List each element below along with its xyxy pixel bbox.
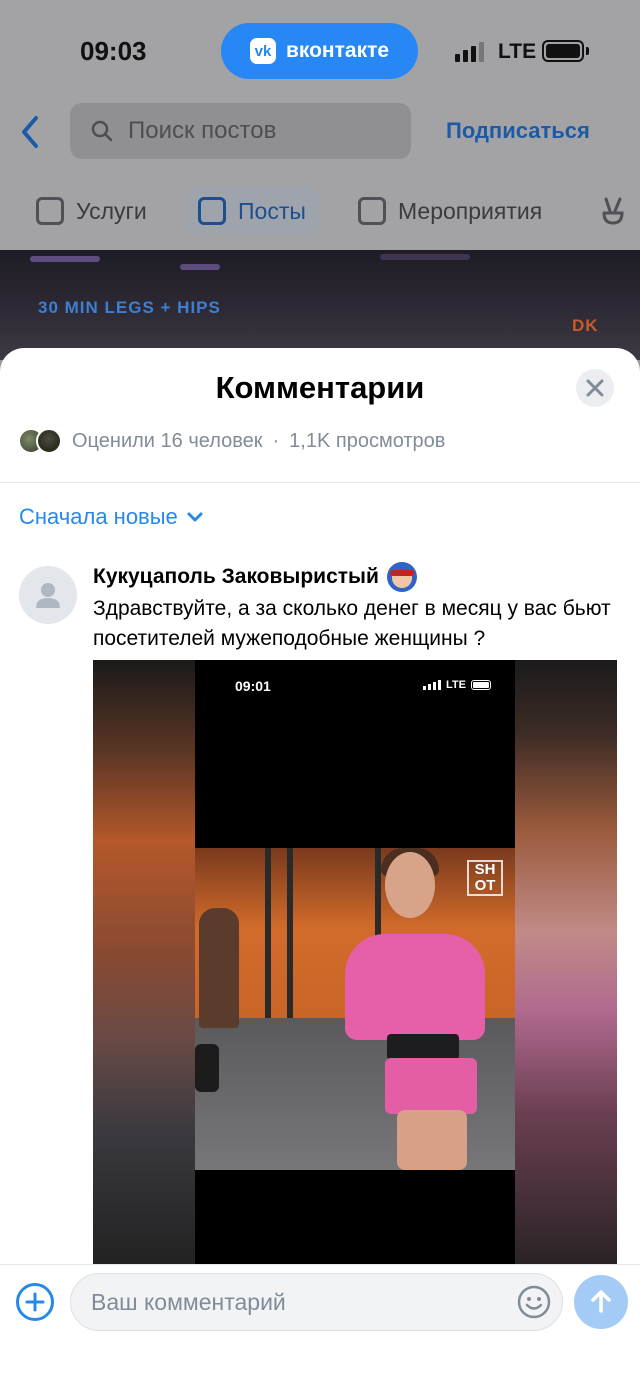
document-icon	[198, 197, 226, 225]
likes-count: Оценили 16 человек	[72, 429, 263, 452]
vk-pill-label: вконтакте	[285, 39, 390, 62]
video-network-label: LTE	[446, 679, 466, 691]
weight-plate	[195, 1044, 219, 1092]
comment-text: Здравствуйте, а за сколько денег в месяц…	[93, 597, 611, 650]
search-placeholder: Поиск постов	[128, 117, 277, 144]
cover-photo: 30 MIN LEGS + HIPS DK	[0, 250, 640, 360]
emoji-button[interactable]	[516, 1284, 552, 1320]
comment-placeholder: Ваш комментарий	[91, 1288, 286, 1315]
tab-more[interactable]	[598, 186, 628, 236]
tab-events[interactable]: Мероприятия	[358, 186, 542, 236]
back-button[interactable]	[16, 110, 46, 154]
comment-composer: Ваш комментарий	[0, 1264, 640, 1392]
sheet-title: Комментарии	[215, 370, 425, 405]
calendar-icon	[358, 197, 386, 225]
battery-tip	[586, 47, 589, 55]
user-icon	[36, 583, 60, 608]
calendar-check-icon	[36, 197, 64, 225]
video-status-time: 09:01	[235, 678, 271, 694]
tab-label: Услуги	[76, 197, 147, 224]
comments-sheet: Комментарии Оценили 16 человек · 1,1K пр…	[0, 348, 640, 1392]
video-status-icons: LTE	[423, 679, 491, 691]
gym-neon-text: 30 MIN LEGS + HIPS	[38, 298, 221, 317]
video-blur-right	[515, 660, 617, 1264]
views-count: 1,1K просмотров	[289, 429, 446, 452]
status-time: 09:03	[80, 36, 147, 66]
avatar[interactable]	[19, 566, 77, 624]
comment-video[interactable]: 09:01 LTE SH OT	[93, 660, 617, 1264]
sort-dropdown[interactable]: Сначала новые	[19, 504, 204, 530]
search-icon	[91, 120, 113, 142]
search-input[interactable]: Поиск постов	[70, 103, 411, 159]
person-figure	[199, 908, 239, 1028]
chevron-down-icon	[187, 512, 203, 522]
liker-avatars	[18, 428, 62, 454]
tab-label: Мероприятия	[398, 197, 543, 224]
victory-hand-icon	[602, 197, 624, 225]
tab-label: Посты	[238, 197, 306, 224]
arrow-up-icon	[591, 1290, 611, 1313]
video-frame: 09:01 LTE SH OT	[195, 660, 515, 1264]
tab-bar: Услуги Посты Мероприятия	[0, 186, 640, 236]
close-button[interactable]	[576, 369, 614, 407]
vk-logo-icon: vk	[249, 38, 276, 64]
tab-services[interactable]: Услуги	[36, 186, 147, 236]
smiley-icon	[517, 1285, 551, 1319]
superhero-emoji-icon	[386, 562, 417, 592]
tab-posts[interactable]: Посты	[184, 186, 320, 236]
sort-label: Сначала новые	[19, 504, 178, 529]
reactions-summary[interactable]: Оценили 16 человек · 1,1K просмотров	[18, 428, 445, 454]
watermark-logo: SH OT	[467, 860, 503, 896]
subscribe-button[interactable]: Подписаться	[446, 118, 590, 144]
person-figure	[385, 852, 435, 918]
video-content: SH OT	[195, 848, 515, 1170]
chevron-left-icon	[22, 116, 38, 148]
divider	[0, 482, 640, 483]
vk-app-pill[interactable]: vk вконтакте	[221, 23, 418, 79]
meta-separator: ·	[272, 429, 280, 452]
attach-button[interactable]	[16, 1283, 54, 1321]
battery-icon	[470, 680, 491, 690]
signal-icon	[455, 42, 484, 62]
signal-icon	[423, 680, 441, 690]
send-button[interactable]	[574, 1275, 628, 1329]
plus-icon	[25, 1292, 45, 1312]
status-bar: 09:03 vk вконтакте LTE	[0, 0, 640, 100]
battery-icon	[542, 40, 584, 62]
comment-author[interactable]: Кукуцаполь Заковыристый	[93, 562, 417, 592]
comment-input[interactable]: Ваш комментарий	[70, 1273, 563, 1331]
video-blur-left	[93, 660, 195, 1264]
gym-neon-text-right: DK	[572, 316, 599, 335]
avatar	[36, 428, 62, 454]
author-name: Кукуцаполь Заковыристый	[93, 565, 379, 588]
network-label: LTE	[498, 40, 537, 63]
close-icon	[586, 379, 604, 397]
